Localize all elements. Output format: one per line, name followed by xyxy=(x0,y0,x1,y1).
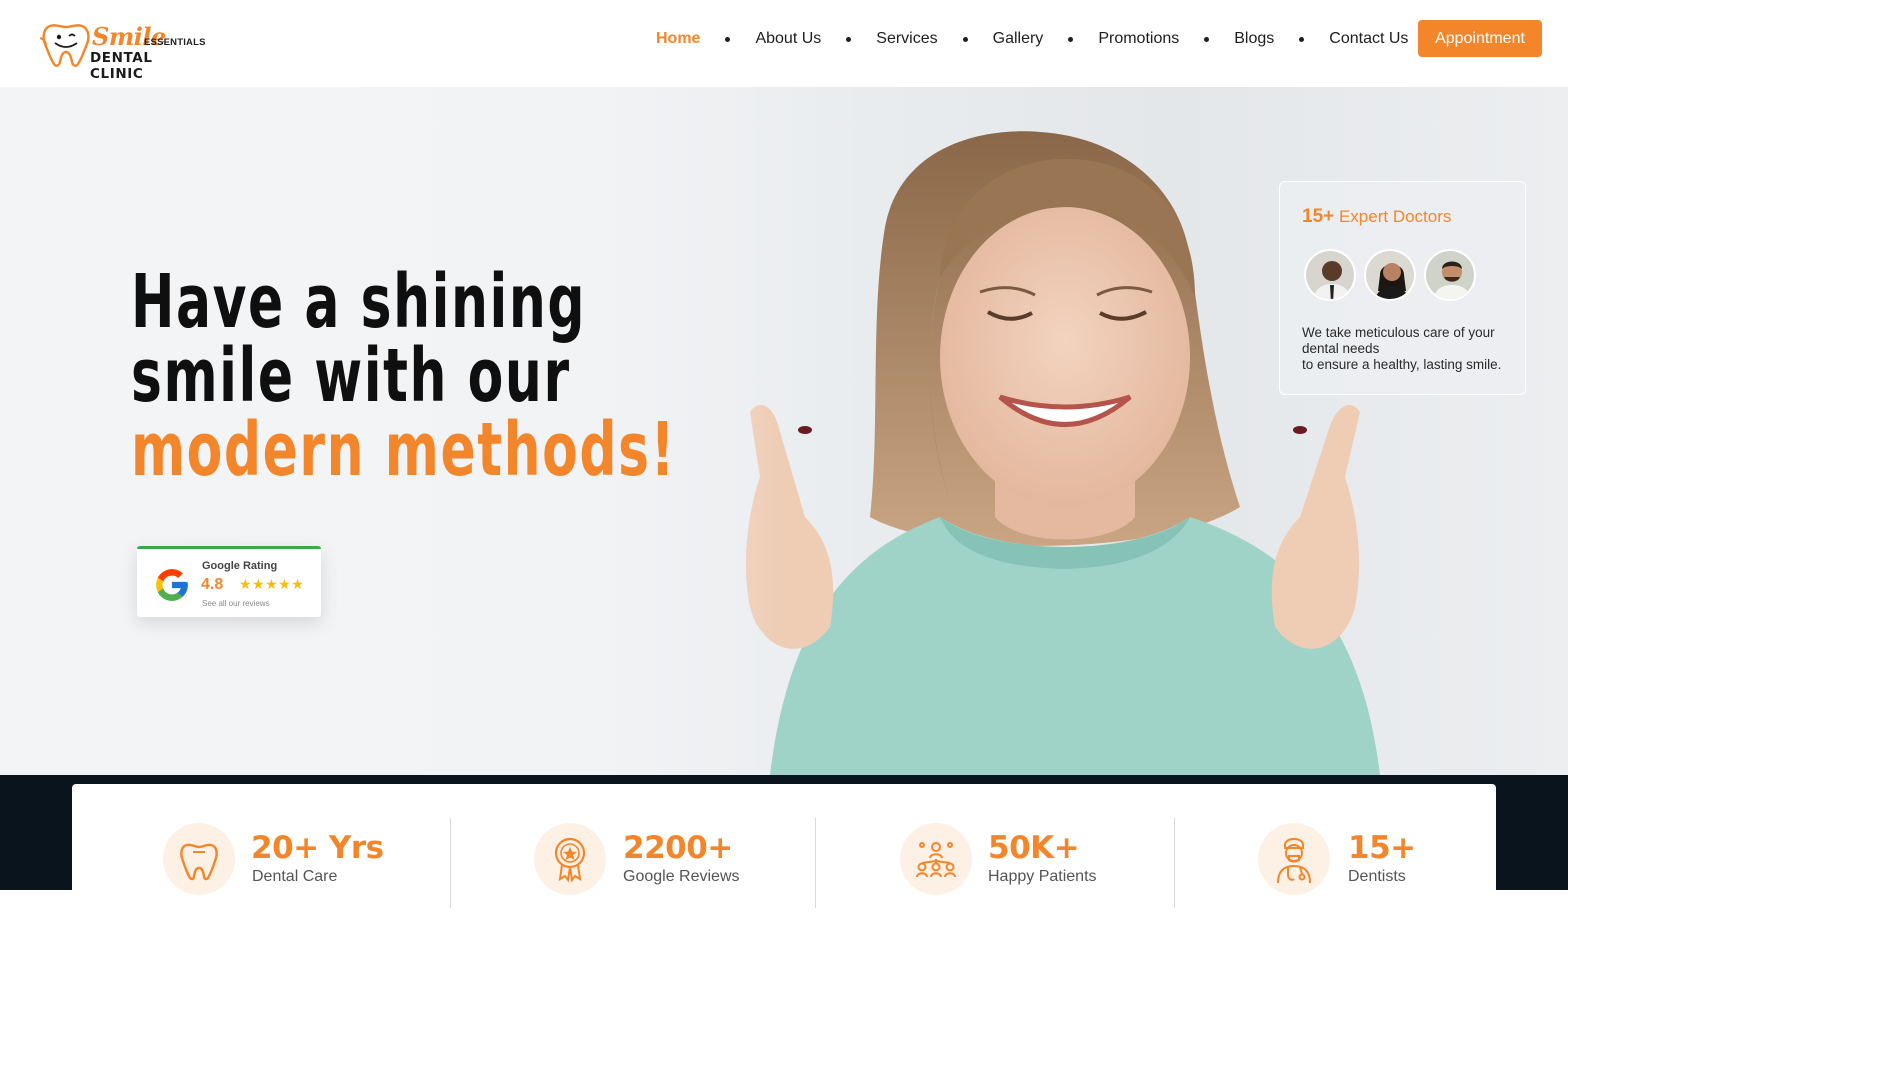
doctors-heading: 15+ Expert Doctors xyxy=(1302,206,1451,228)
clinic-logo[interactable]: Smile ESSENTIALS DENTAL CLINIC xyxy=(40,18,210,82)
hero-section: Have a shining smile with our modern met… xyxy=(0,87,1568,775)
doctors-description-line-1: We take meticulous care of your dental n… xyxy=(1302,325,1495,356)
nav-blogs[interactable]: Blogs xyxy=(1234,30,1274,48)
tooth-icon xyxy=(163,823,235,895)
stat-value: 2200+ xyxy=(623,830,733,866)
hero-headline-line-3: modern methods! xyxy=(131,407,676,493)
doctors-title: Expert Doctors xyxy=(1338,207,1452,226)
nav-gallery[interactable]: Gallery xyxy=(993,30,1044,48)
nav-services[interactable]: Services xyxy=(876,30,937,48)
google-logo-icon xyxy=(156,569,188,601)
logo-essentials: ESSENTIALS xyxy=(144,37,206,48)
stat-label: Dentists xyxy=(1348,868,1406,885)
hero-headline-line-2: smile with our xyxy=(131,333,571,419)
stat-label: Google Reviews xyxy=(623,868,740,885)
appointment-button[interactable]: Appointment xyxy=(1418,20,1542,57)
see-reviews-link[interactable]: See all our reviews xyxy=(202,599,270,608)
rating-stars: ★★★★★ xyxy=(239,576,305,592)
logo-dental-clinic: DENTAL CLINIC xyxy=(90,50,153,82)
hero-headline-line-1: Have a shining xyxy=(131,259,587,345)
google-rating-card[interactable]: Google Rating 4.8 ★★★★★ See all our revi… xyxy=(137,546,321,617)
doctor-avatar xyxy=(1304,249,1356,301)
nav-separator xyxy=(1068,36,1074,42)
rating-value: 4.8 xyxy=(201,576,224,593)
doctors-description-line-2: to ensure a healthy, lasting smile. xyxy=(1302,357,1502,372)
stat-value: 20+ Yrs xyxy=(251,830,384,866)
stat-divider xyxy=(450,818,451,908)
stat-value: 50K+ xyxy=(988,830,1080,866)
site-header: Smile ESSENTIALS DENTAL CLINIC Home Abou… xyxy=(0,0,1568,87)
doctor-icon xyxy=(1258,823,1330,895)
stat-label: Dental Care xyxy=(252,868,338,885)
stat-divider xyxy=(815,818,816,908)
stats-card: 20+ Yrs Dental Care 2200+ Google Reviews… xyxy=(72,784,1496,908)
nav-separator xyxy=(1204,36,1210,42)
expert-doctors-card: 15+ Expert Doctors We take meticulous ca… xyxy=(1279,181,1526,395)
nav-about-us[interactable]: About Us xyxy=(755,30,821,48)
nav-separator xyxy=(725,36,731,42)
main-nav: Home About Us Services Gallery Promotion… xyxy=(656,29,1408,49)
rating-label: Google Rating xyxy=(202,560,278,572)
doctor-avatar xyxy=(1364,249,1416,301)
doctors-description: We take meticulous care of your dental n… xyxy=(1302,325,1517,373)
nav-home[interactable]: Home xyxy=(656,30,700,48)
nav-separator xyxy=(962,36,968,42)
stat-divider xyxy=(1174,818,1175,908)
nav-separator xyxy=(1299,36,1305,42)
doctor-avatar xyxy=(1424,249,1476,301)
people-network-icon xyxy=(900,823,972,895)
nav-separator xyxy=(846,36,852,42)
stat-value: 15+ xyxy=(1348,830,1416,866)
nav-promotions[interactable]: Promotions xyxy=(1098,30,1179,48)
award-badge-icon xyxy=(534,823,606,895)
doctors-count: 15+ xyxy=(1302,206,1335,227)
tooth-icon xyxy=(40,24,90,67)
hero-headline: Have a shining smile with our modern met… xyxy=(131,265,676,487)
nav-contact-us[interactable]: Contact Us xyxy=(1329,30,1408,48)
stat-label: Happy Patients xyxy=(988,868,1097,885)
